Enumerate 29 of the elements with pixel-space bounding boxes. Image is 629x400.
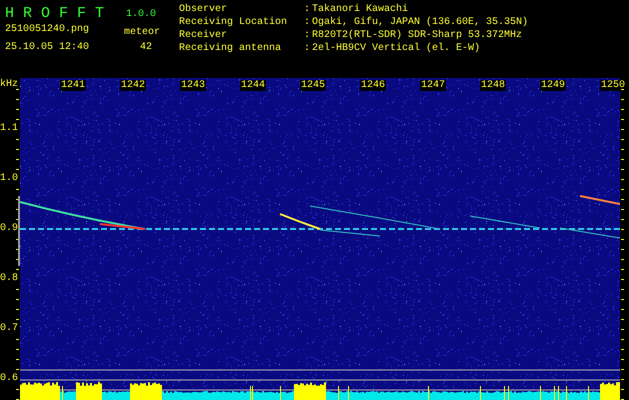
info-label: Observer xyxy=(179,3,228,16)
colon: : xyxy=(304,16,312,29)
info-label: Receiver xyxy=(179,29,228,42)
info-label: Receiving antenna xyxy=(179,42,282,55)
time-label: 1247 xyxy=(420,80,446,91)
info-label: Receiving Location xyxy=(179,16,288,29)
counter-label: meteor xyxy=(124,26,160,40)
time-label: 1244 xyxy=(240,80,266,91)
app-title: H R O F F T xyxy=(5,4,104,24)
time-label: 1243 xyxy=(180,80,206,91)
meteor-count: 42 xyxy=(140,41,152,55)
time-label: 1250 xyxy=(600,80,626,91)
time-label: 1242 xyxy=(120,80,146,91)
file-name: 2510051240.png xyxy=(5,23,90,37)
unit-label: kHz xyxy=(0,79,18,91)
colon: : xyxy=(304,42,312,55)
info-value: Takanori Kawachi xyxy=(312,3,408,16)
info-value: 2el-HB9CV Vertical (el. E-W) xyxy=(312,42,480,55)
app-version: 1.0.0 xyxy=(126,8,156,22)
time-label: 1248 xyxy=(480,80,506,91)
info-value: Ogaki, Gifu, JAPAN (136.60E, 35.35N) xyxy=(312,16,528,29)
time-label: 1249 xyxy=(540,80,566,91)
colon: : xyxy=(304,29,312,42)
time-label: 1245 xyxy=(300,80,326,91)
info-value: R820T2(RTL-SDR) SDR-Sharp 53.372MHz xyxy=(312,29,522,42)
time-label: 1241 xyxy=(60,80,86,91)
time-label: 1246 xyxy=(360,80,386,91)
colon: : xyxy=(304,3,312,16)
timestamp: 25.10.05 12:40 xyxy=(5,41,90,55)
